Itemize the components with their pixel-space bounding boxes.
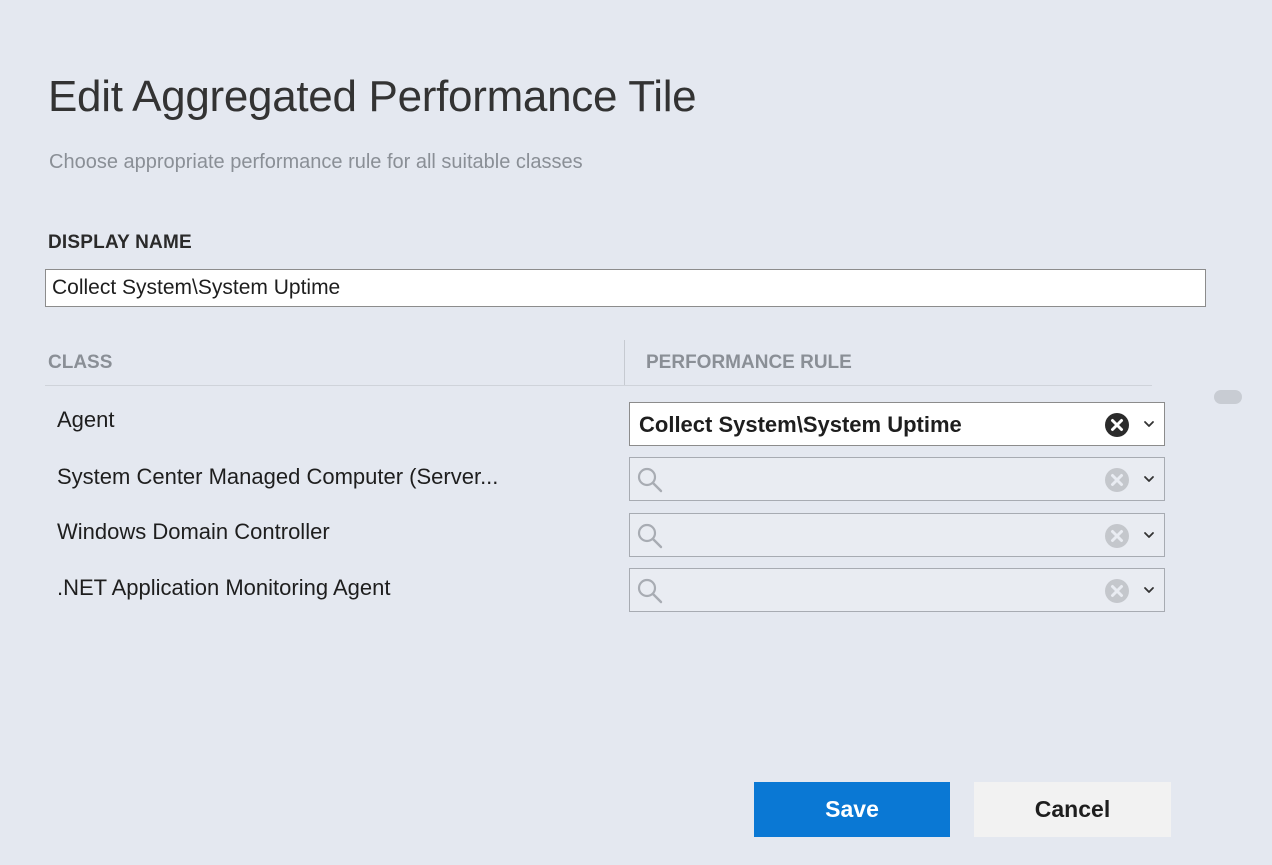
class-row-agent: Agent [57, 407, 115, 432]
class-row-domain-controller: Windows Domain Controller [57, 519, 330, 544]
column-divider [624, 340, 625, 386]
performance-rule-combo-managed-computer[interactable] [629, 457, 1165, 501]
chevron-down-icon[interactable] [1142, 417, 1156, 431]
chevron-down-icon[interactable] [1142, 583, 1156, 597]
edit-tile-dialog: Edit Aggregated Performance Tile Choose … [0, 0, 1272, 865]
performance-rule-column-header: PERFORMANCE RULE [646, 352, 852, 373]
chevron-down-icon[interactable] [1142, 528, 1156, 542]
class-column-header: CLASS [48, 352, 113, 373]
class-row-managed-computer: System Center Managed Computer (Server..… [57, 464, 499, 489]
performance-rule-combo-domain-controller[interactable] [629, 513, 1165, 557]
class-row-net-monitoring-agent: .NET Application Monitoring Agent [57, 575, 391, 600]
cancel-button[interactable]: Cancel [974, 782, 1171, 837]
clear-icon[interactable] [1104, 578, 1130, 604]
chevron-down-icon[interactable] [1142, 472, 1156, 486]
performance-rule-combo-net-monitoring-agent[interactable] [629, 568, 1165, 612]
search-icon [637, 578, 663, 604]
clear-icon[interactable] [1104, 523, 1130, 549]
search-icon [637, 523, 663, 549]
dialog-title: Edit Aggregated Performance Tile [48, 72, 697, 121]
clear-icon[interactable] [1104, 412, 1130, 438]
display-name-label: DISPLAY NAME [48, 232, 192, 253]
selected-rule-value: Collect System\System Uptime [639, 412, 962, 437]
save-button[interactable]: Save [754, 782, 950, 837]
display-name-input[interactable] [45, 269, 1206, 307]
performance-rule-combo-agent[interactable]: Collect System\System Uptime [629, 402, 1165, 446]
header-underline [45, 385, 1152, 386]
scrollbar-thumb[interactable] [1214, 390, 1242, 404]
dialog-subtitle: Choose appropriate performance rule for … [49, 151, 583, 173]
search-icon [637, 467, 663, 493]
clear-icon[interactable] [1104, 467, 1130, 493]
